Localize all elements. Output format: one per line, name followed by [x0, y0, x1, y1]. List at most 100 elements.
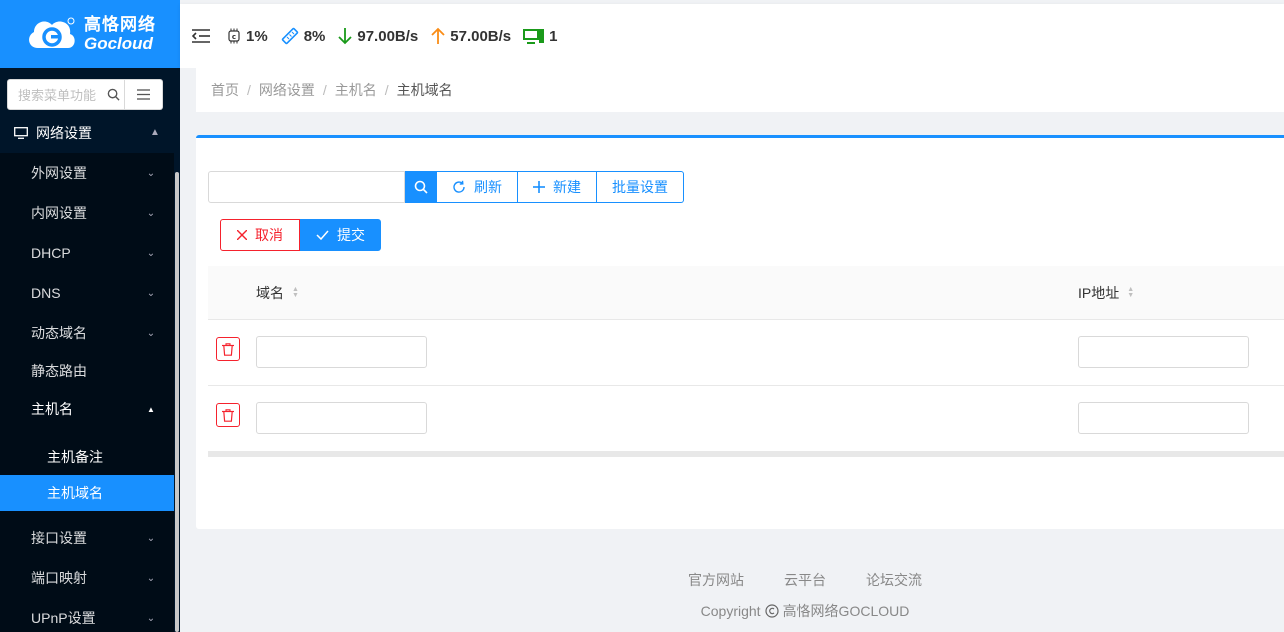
- sidebar-item-ddns[interactable]: 动态域名 ⌄: [0, 313, 174, 353]
- search-icon: [107, 88, 120, 101]
- domain-input[interactable]: [256, 336, 427, 368]
- sidebar-item-lan[interactable]: 内网设置 ⌄: [0, 193, 174, 233]
- host-domain-table: 域名 ▲ ▼ IP地址 ▲ ▼: [208, 266, 1284, 457]
- ip-input[interactable]: [1078, 402, 1249, 434]
- sidebar-item-port-mapping[interactable]: 端口映射 ⌄: [0, 558, 174, 598]
- brand-name-en: Gocloud: [84, 34, 153, 53]
- footer-link-forum[interactable]: 论坛交流: [866, 570, 922, 590]
- new-label: 新建: [553, 179, 581, 195]
- table-header: 域名 ▲ ▼ IP地址 ▲ ▼: [208, 266, 1284, 320]
- sidebar-item-interface[interactable]: 接口设置 ⌄: [0, 518, 174, 558]
- sort-icon[interactable]: ▲ ▼: [292, 286, 299, 299]
- breadcrumb-current: 主机域名: [396, 82, 453, 98]
- footer-link-official-site[interactable]: 官方网站: [688, 570, 744, 590]
- form-actions: 取消 提交: [220, 219, 381, 251]
- table-row: [208, 320, 1284, 386]
- delete-button[interactable]: [216, 403, 240, 427]
- batch-settings-label: 批量设置: [612, 179, 668, 195]
- download-value: 97.00B/s: [357, 27, 419, 45]
- cpu-stat: c 1%: [226, 28, 268, 45]
- sort-icon[interactable]: ▲ ▼: [1127, 286, 1134, 299]
- sidebar-item-wan[interactable]: 外网设置 ⌄: [0, 153, 174, 193]
- sidebar: 高恪网络 Gocloud 搜索菜单功能 网络设置 ▲ 外网设置 ⌄ 内网设置 ⌄ D…: [0, 0, 180, 632]
- copyright-icon: [764, 604, 779, 618]
- submit-button[interactable]: 提交: [300, 219, 381, 251]
- sidebar-item-label: DNS: [31, 285, 61, 301]
- sidebar-item-label: DHCP: [31, 245, 71, 261]
- sidebar-item-label: UPnP设置: [31, 610, 96, 626]
- batch-settings-button[interactable]: 批量设置: [597, 171, 684, 203]
- breadcrumb-network[interactable]: 网络设置: [259, 80, 315, 100]
- delete-button[interactable]: [216, 337, 240, 361]
- breadcrumb: 首页 / 网络设置 / 主机名 / 主机域名: [196, 68, 1284, 112]
- copyright-owner: 高恪网络GOCLOUD: [782, 603, 910, 619]
- table-horizontal-scrollbar[interactable]: [208, 452, 1284, 457]
- trash-icon: [222, 342, 234, 356]
- brand-logo[interactable]: 高恪网络 Gocloud: [0, 0, 180, 68]
- arrow-up-icon: [431, 27, 445, 44]
- sidebar-item-dhcp[interactable]: DHCP ⌄: [0, 233, 174, 273]
- column-domain[interactable]: 域名 ▲ ▼: [256, 283, 299, 303]
- chevron-down-icon: ⌄: [146, 207, 156, 219]
- sidebar-item-label: 静态路由: [31, 363, 87, 379]
- breadcrumb-hostname[interactable]: 主机名: [335, 80, 377, 100]
- sidebar-item-label: 动态域名: [31, 325, 87, 341]
- gocloud-logo-icon: [29, 17, 75, 48]
- memory-value: 8%: [303, 27, 326, 45]
- monitor-icon: [523, 29, 545, 44]
- domain-input[interactable]: [256, 402, 427, 434]
- sidebar-item-label: 外网设置: [31, 165, 87, 181]
- search-button[interactable]: [405, 171, 437, 203]
- menu-lines-icon: [137, 88, 150, 100]
- submit-label: 提交: [337, 227, 365, 243]
- sidebar-item-label: 接口设置: [31, 530, 87, 546]
- breadcrumb-gutter: [180, 68, 196, 112]
- refresh-label: 刷新: [474, 179, 502, 195]
- menu-search-input[interactable]: 搜索菜单功能: [7, 78, 125, 110]
- sidebar-scrollbar-thumb[interactable]: [175, 172, 179, 632]
- sidebar-subitem-host-remark[interactable]: 主机备注: [0, 439, 174, 475]
- breadcrumb-home[interactable]: 首页: [211, 80, 239, 100]
- column-ip[interactable]: IP地址 ▲ ▼: [1078, 283, 1134, 303]
- menu-fold-icon[interactable]: [192, 28, 210, 44]
- footer-links: 官方网站 云平台 论坛交流: [326, 570, 1284, 590]
- sidebar-item-static-route[interactable]: 静态路由: [0, 353, 174, 389]
- memory-stat: 8%: [280, 26, 326, 46]
- breadcrumb-separator: /: [322, 82, 327, 98]
- menu-section-network[interactable]: 网络设置 ▲: [0, 112, 174, 153]
- chevron-up-icon: ▲: [150, 127, 160, 138]
- sidebar-subitem-label: 主机域名: [47, 485, 103, 501]
- toolbar: 刷新 新建 批量设置: [208, 171, 684, 203]
- sidebar-item-dns[interactable]: DNS ⌄: [0, 273, 174, 313]
- breadcrumb-separator: /: [384, 82, 389, 98]
- cancel-button[interactable]: 取消: [220, 219, 300, 251]
- refresh-button[interactable]: 刷新: [437, 171, 518, 203]
- memory-icon: [281, 27, 298, 45]
- menu-search-placeholder: 搜索菜单功能: [18, 87, 97, 103]
- menu-list-button[interactable]: [125, 78, 163, 110]
- refresh-icon: [453, 180, 465, 193]
- chevron-down-icon: ⌄: [146, 167, 156, 179]
- copyright-prefix: Copyright: [700, 603, 761, 619]
- check-icon: [316, 230, 329, 240]
- sidebar-item-label: 端口映射: [31, 570, 87, 586]
- chevron-down-icon: ⌄: [146, 287, 156, 299]
- cpu-value: 1%: [246, 27, 268, 45]
- ip-input[interactable]: [1078, 336, 1249, 368]
- sidebar-item-hostname[interactable]: 主机名 ▲: [0, 389, 174, 429]
- upload-value: 57.00B/s: [450, 27, 512, 45]
- sidebar-subitem-host-domain[interactable]: 主机域名: [0, 475, 174, 511]
- new-button[interactable]: 新建: [518, 171, 597, 203]
- sidebar-subitem-label: 主机备注: [47, 449, 103, 465]
- footer-link-cloud-platform[interactable]: 云平台: [784, 570, 826, 590]
- sidebar-item-upnp[interactable]: UPnP设置 ⌄: [0, 598, 174, 632]
- chevron-down-icon: ⌄: [146, 612, 156, 624]
- top-header: c 1% 8% 97.00B/s 57.00B/s 1: [180, 4, 1284, 68]
- content-card: 刷新 新建 批量设置 取消 提交 域名 ▲ ▼ IP地址 ▲ ▼: [196, 135, 1284, 529]
- search-input[interactable]: [208, 171, 405, 203]
- brand-name-cn: 高恪网络: [84, 15, 156, 34]
- chevron-down-icon: ⌄: [146, 247, 156, 259]
- plus-icon: [533, 181, 545, 193]
- page-footer: 官方网站 云平台 论坛交流 Copyright 高恪网络GOCLOUD: [196, 570, 1284, 621]
- column-domain-label: 域名: [256, 284, 284, 301]
